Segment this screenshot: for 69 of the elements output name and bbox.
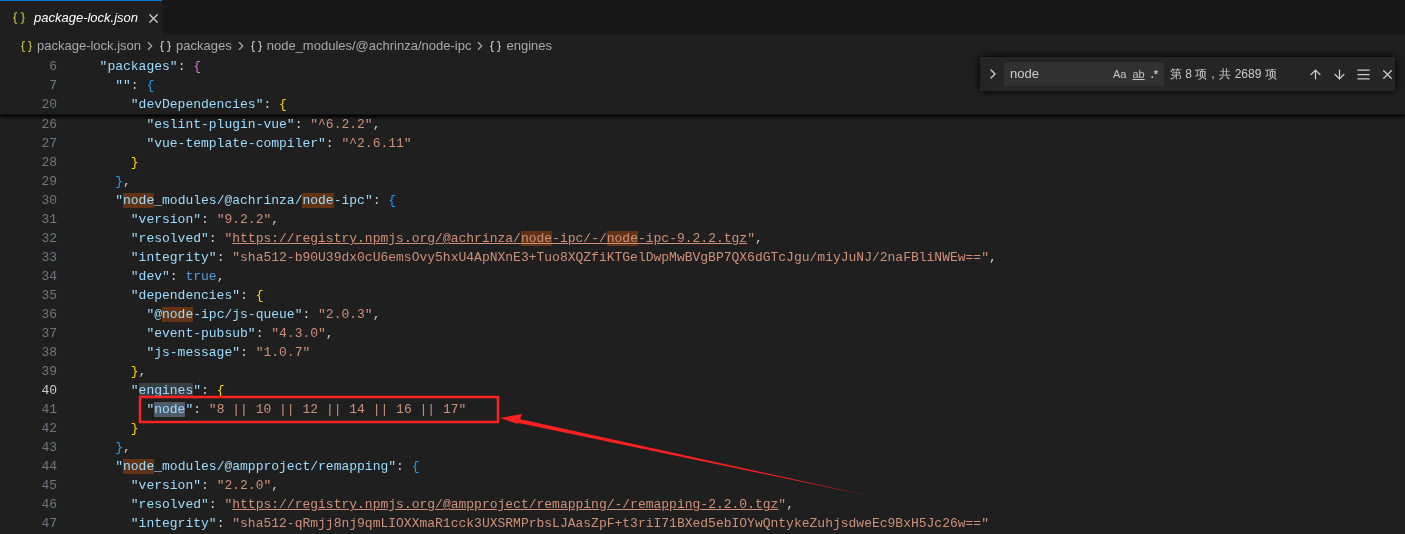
find-input[interactable]: node Aa ab .* (1004, 62, 1164, 86)
find-input-value: node (1010, 65, 1040, 84)
match-count: 第 8 项，共 2689 项 (1170, 66, 1278, 83)
breadcrumb-item[interactable]: packages (176, 36, 232, 56)
line-number: 35 (40, 287, 57, 305)
line-number: 42 (40, 420, 57, 438)
line-number: 44 (40, 458, 57, 476)
code-line: "integrity": "sha512-qRmjj8nj9qmLIOXXmaR1cck3UXSRMPrbsLJAasZpF+t3riI71BXed5ebIOYwQntykeZuhjsdweEc9BxH5Jc26w==" (129, 515, 989, 533)
line-number: 38 (40, 344, 57, 362)
code-line: "@node-ipc/js-queue": "2.0.3", (145, 306, 381, 324)
line-number: 45 (40, 477, 57, 495)
breadcrumb-item[interactable]: node_modules/@achrinza/node-ipc (266, 36, 472, 56)
braces-icon (20, 39, 33, 53)
line-number: 31 (40, 211, 57, 229)
breadcrumb-item[interactable]: engines (506, 36, 552, 56)
line-number: 36 (40, 306, 57, 324)
line-number: 33 (40, 249, 57, 267)
tab-label: package-lock.json (34, 9, 139, 28)
code-line: "integrity": "sha512-b90U39dx0cU6emsOvy5hxU4ApNXnE3+Tuo8XQZfiKTGelDwpMwBVgBP7QX6dGTcJgu/miyJuNJ/2naFBliNWEw==", (129, 249, 997, 267)
line-number: 40 (40, 382, 57, 400)
breadcrumb-item[interactable]: package-lock.json (37, 36, 142, 56)
code-line: "node": "8 || 10 || 12 || 14 || 16 || 17" (145, 401, 467, 419)
braces-icon (249, 39, 263, 53)
line-number: 29 (40, 173, 57, 191)
line-number: 6 (48, 58, 57, 76)
find-option-toggle[interactable]: ab (1129, 65, 1148, 83)
find-option-toggle[interactable]: Aa (1109, 65, 1130, 83)
line-number: 27 (40, 135, 57, 153)
line-number: 41 (40, 401, 57, 419)
line-number: 34 (40, 268, 57, 286)
line-number: 46 (40, 496, 57, 514)
code-line: "event-pubsub": "4.3.0", (145, 325, 334, 343)
code-line: "node_modules/@achrinza/node-ipc": { (114, 192, 397, 210)
braces-icon (159, 39, 173, 53)
code-line: "dev": true, (129, 268, 225, 286)
code-line: "eslint-plugin-vue": "^6.2.2", (145, 116, 381, 134)
code-line: "resolved": "https://registry.npmjs.org/@achrinza/node-ipc/-/node-ipc-9.2.2.tgz", (129, 230, 763, 248)
code-line: "": { (114, 77, 155, 95)
line-number: 39 (40, 363, 57, 381)
code-line: "version": "9.2.2", (129, 211, 280, 229)
code-line: "js-message": "1.0.7" (145, 344, 311, 362)
previous-match-icon[interactable] (1308, 66, 1323, 82)
line-number: 43 (40, 439, 57, 457)
code-line: }, (114, 439, 131, 457)
line-number: 28 (40, 154, 57, 172)
next-match-icon[interactable] (1332, 66, 1347, 82)
line-number: 7 (48, 77, 57, 95)
line-number: 20 (40, 96, 57, 114)
line-number: 47 (40, 515, 57, 533)
code-line: } (129, 420, 139, 438)
code-line: "dependencies": { (129, 287, 264, 305)
find-in-selection-icon[interactable] (1356, 66, 1371, 82)
line-number: 37 (40, 325, 57, 343)
braces-icon (489, 39, 503, 53)
line-number: 32 (40, 230, 57, 248)
line-number: 26 (40, 116, 57, 134)
code-line: "packages": { (98, 58, 202, 76)
code-line: "node_modules/@ampproject/remapping": { (114, 458, 420, 476)
code-line: "devDependencies": { (129, 96, 287, 114)
editor-tab[interactable]: package-lock.json (0, 0, 162, 35)
code-line: }, (114, 173, 131, 191)
code-line: }, (129, 363, 147, 381)
code-line: } (129, 154, 139, 172)
json-file-icon (12, 11, 26, 25)
code-line: "version": "2.2.0", (129, 477, 280, 495)
code-line: "resolved": "https://registry.npmjs.org/@ampproject/remapping/-/remapping-2.2.0.tgz", (129, 496, 794, 514)
find-option-toggle[interactable]: .* (1147, 65, 1161, 83)
code-line: "vue-template-compiler": "^2.6.11" (145, 135, 412, 153)
line-number: 30 (40, 192, 57, 210)
